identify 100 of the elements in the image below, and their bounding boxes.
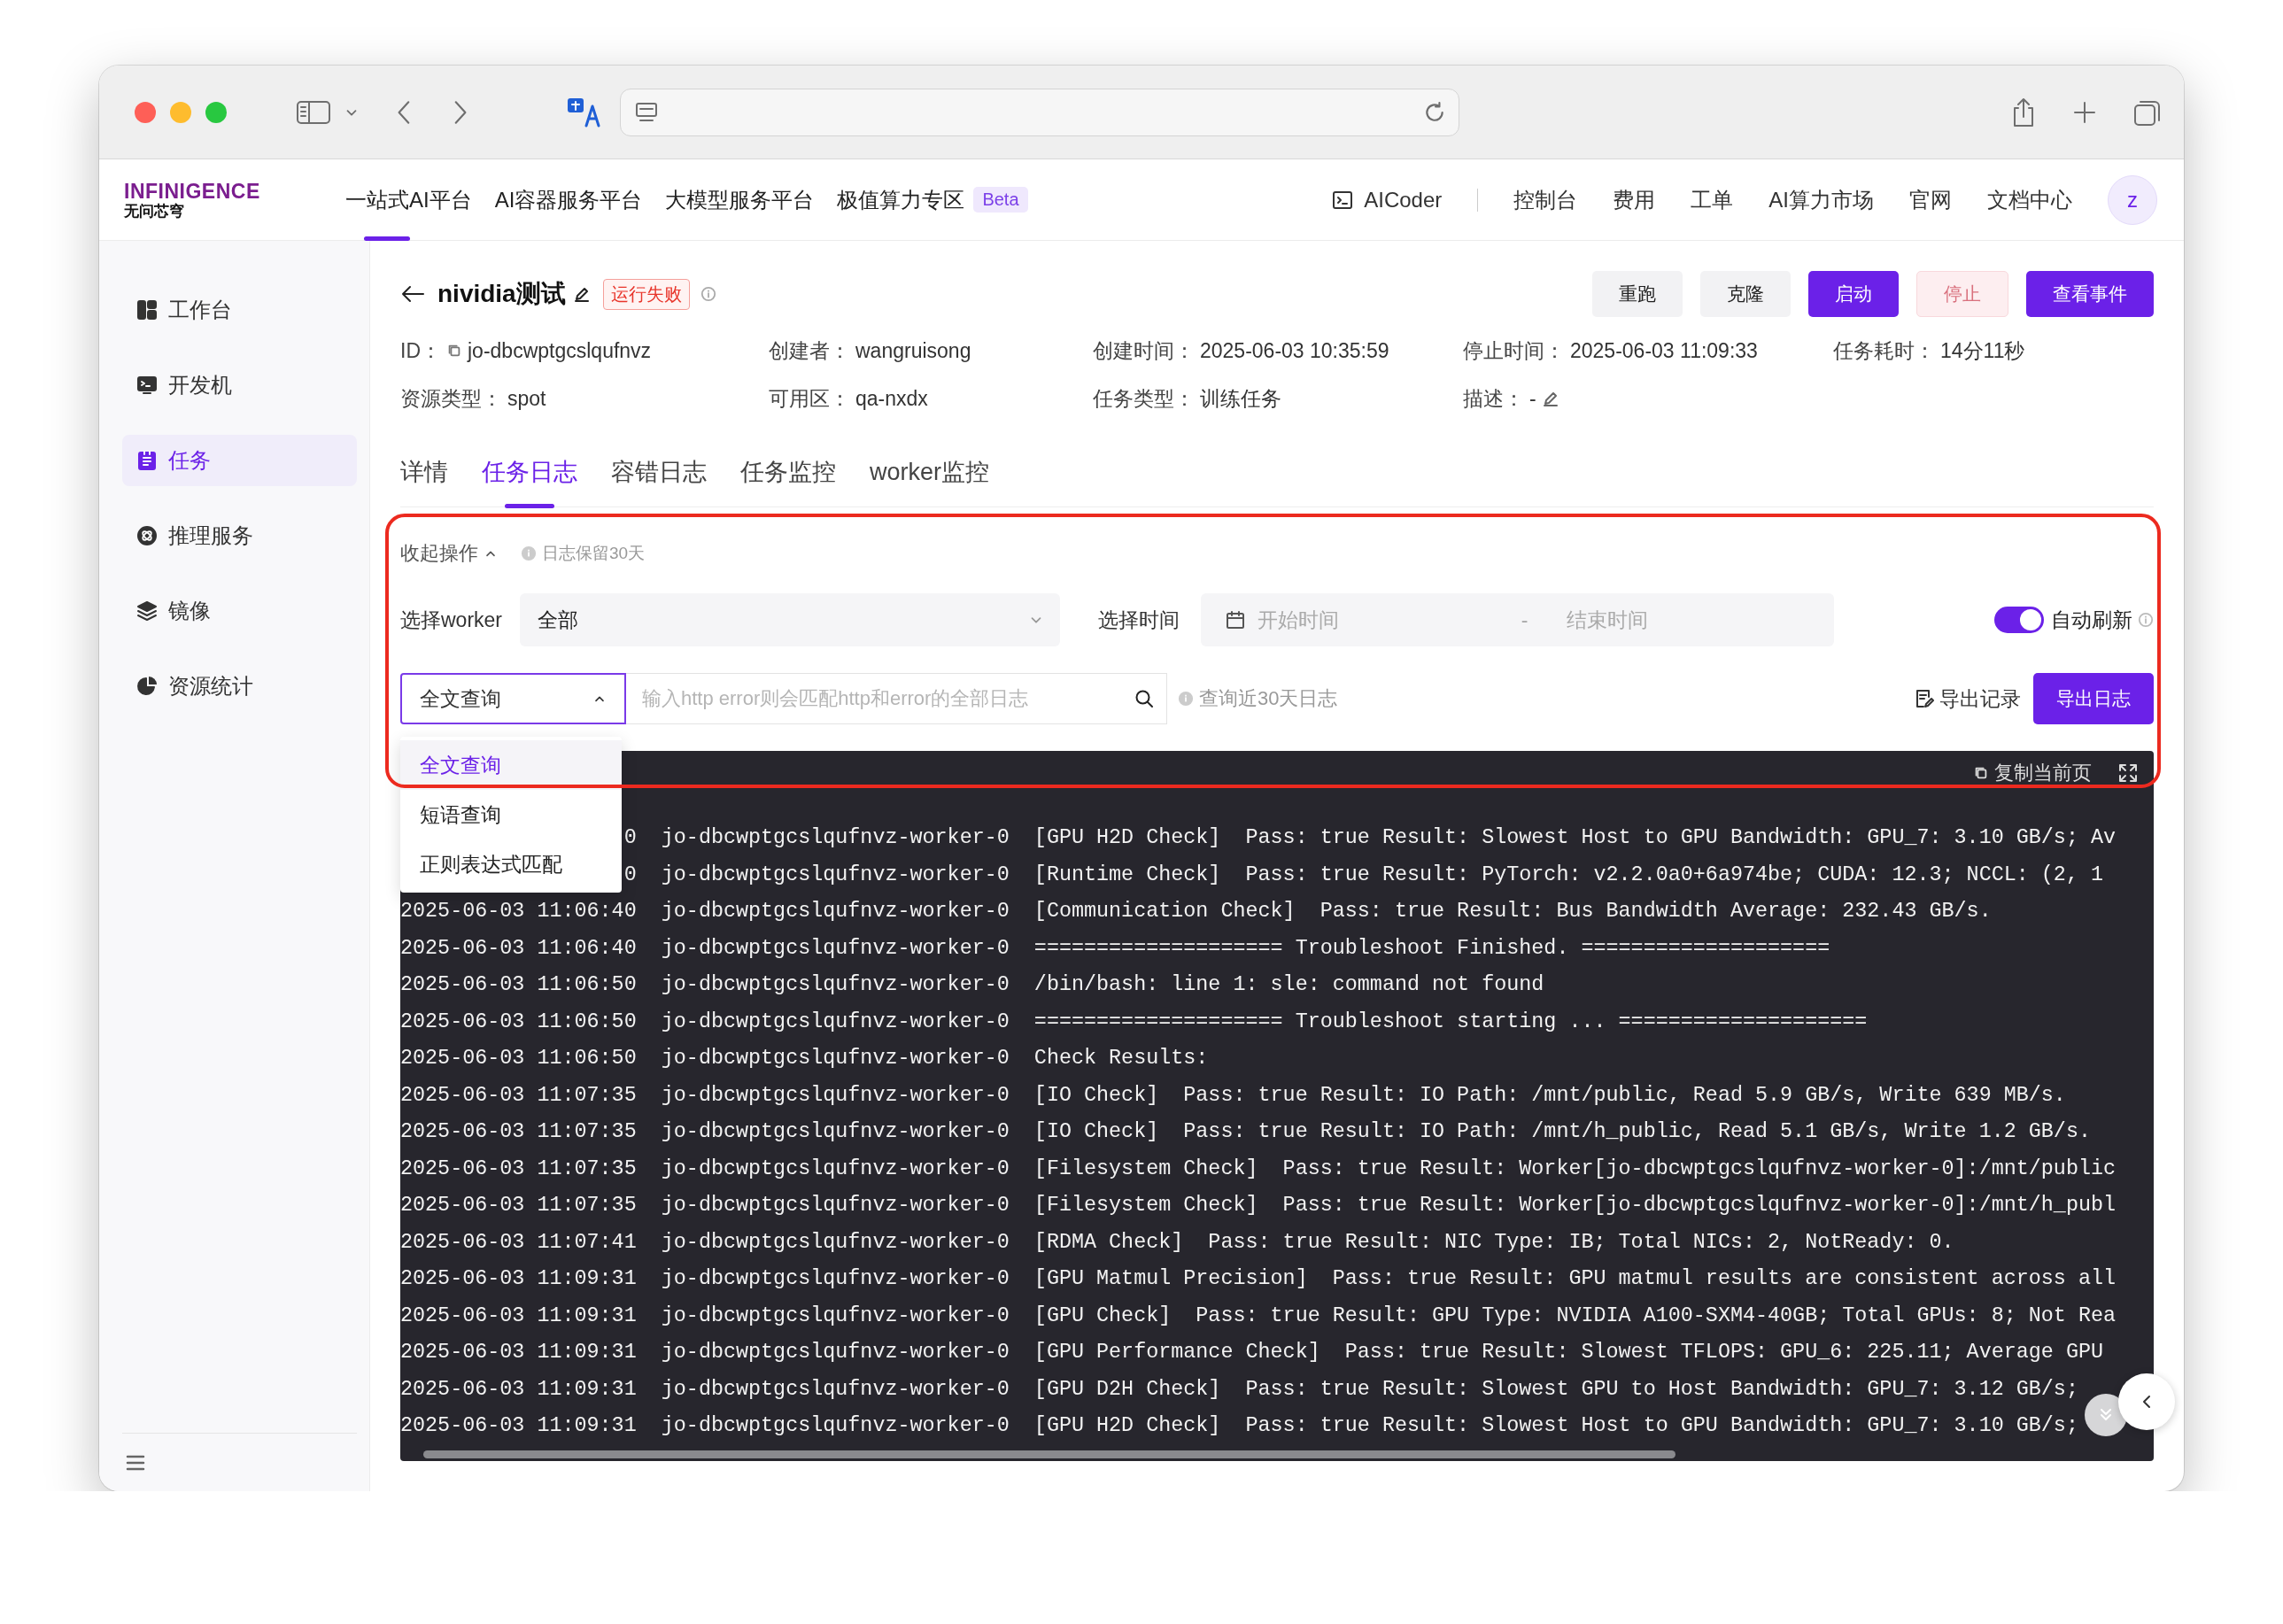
field-value: 训练任务 (1200, 385, 1281, 412)
field-label: 任务耗时： (1833, 337, 1935, 364)
log-line: 2025-06-03 11:07:35 jo-dbcwptgcslqufnvz-worker-0 [IO Check] Pass: true Result: IO Path: /mnt/h_public, Read 5.1 GB/s, Write 1.2 GB/s. (400, 1119, 2091, 1145)
tab[interactable]: 任务日志 (482, 445, 577, 507)
log-line: 2025-06-03 11:09:31 jo-dbcwptgcslqufnvz-worker-0 [GPU Performance Check] Pass: true Result: Slowest TFLOPS: GPU_6: 225.11; Average GPU (400, 1340, 2103, 1365)
log-line: 2025-06-03 11:09:31 jo-dbcwptgcslqufnvz-worker-0 [GPU Matmul Precision] Pass: true Result: GPU matmul results are consistent across all (400, 1266, 2117, 1292)
log-line: 2025-06-03 11:06:50 jo-dbcwptgcslqufnvz-worker-0 ==================== Troubleshoot starting ... ==================== (400, 1009, 1868, 1035)
user-avatar[interactable]: z (2108, 174, 2157, 225)
field-value: spot (507, 386, 546, 411)
task-title: nividia测试 (437, 279, 566, 309)
nav-item[interactable]: AI容器服务平台 (494, 159, 643, 241)
collapse-toggle[interactable]: 收起操作 (400, 540, 498, 567)
nav-item[interactable]: 大模型服务平台 (665, 159, 815, 241)
field-value: qa-nxdx (855, 386, 928, 411)
field-label: 任务类型： (1093, 385, 1195, 412)
nav-link[interactable]: AI算力市场 (1768, 185, 1874, 214)
nav-link[interactable]: 工单 (1691, 185, 1734, 214)
sidebar-item[interactable]: 工作台 (122, 284, 357, 336)
log-line: 0 jo-dbcwptgcslqufnvz-worker-0 [GPU H2D Check] Pass: true Result: Slowest Host to GPU Bandwidth: GPU_7: 3.10 GB/s; Av (623, 825, 2117, 851)
tab[interactable]: 详情 (400, 445, 448, 507)
tab[interactable]: worker监控 (870, 445, 989, 507)
field-label: 可用区： (769, 385, 850, 412)
log-line: 2025-06-03 11:06:40 jo-dbcwptgcslqufnvz-worker-0 [Communication Check] Pass: true Result: Bus Bandwidth Average: 232.43 GB/s. (400, 899, 1992, 924)
log-line: 2025-06-03 11:06:40 jo-dbcwptgcslqufnvz-worker-0 ==================== Troubleshoot Finished. ==================== (400, 935, 1830, 962)
pie-chart-icon (136, 676, 158, 697)
sidebar-item[interactable]: 推理服务 (122, 510, 357, 561)
log-line: 2025-06-03 11:06:50 jo-dbcwptgcslqufnvz-worker-0 Check Results: (400, 1046, 1209, 1071)
auto-refresh-toggle[interactable] (1994, 607, 2044, 633)
page-icon (635, 101, 658, 123)
field-value: wangruisong (855, 338, 971, 363)
action-button[interactable]: 查看事件 (2026, 271, 2154, 317)
calendar-icon (1226, 610, 1245, 630)
nav-link[interactable]: 文档中心 (1987, 185, 2072, 214)
field-label: 选择时间 (1098, 607, 1180, 633)
copy-page-link[interactable]: 复制当前页 (1973, 760, 2092, 786)
document-icon (1915, 688, 1934, 709)
field-value: jo-dbcwptgcslqufnvz (468, 338, 652, 363)
expand-icon[interactable] (2118, 763, 2138, 783)
translate-icon[interactable] (567, 96, 600, 128)
field-label: 资源类型： (400, 385, 502, 412)
search-field[interactable]: 输入http error则会匹配http和error的全部日志 (626, 673, 1167, 724)
tool-link[interactable]: AICoder (1332, 187, 1443, 213)
plus-icon[interactable] (2072, 99, 2097, 125)
info-icon (2138, 612, 2154, 628)
action-button[interactable]: 克隆 (1700, 271, 1791, 317)
close-button[interactable] (135, 101, 156, 123)
terminal-icon (1332, 189, 1354, 210)
nav-link[interactable]: 控制台 (1513, 185, 1578, 214)
field-label: 描述： (1463, 385, 1524, 412)
menu-icon[interactable] (126, 1453, 145, 1472)
query-mode-select[interactable]: 全文查询 (400, 673, 626, 724)
reload-icon[interactable] (1423, 100, 1446, 124)
nav-link[interactable]: 官网 (1909, 185, 1952, 214)
monitor-icon (136, 375, 158, 396)
log-line: 2025-06-03 11:07:35 jo-dbcwptgcslqufnvz-worker-0 [Filesystem Check] Pass: true Result: Worker[jo-dbcwptgcslqufnvz-worker-0]:/mnt/h_publ (400, 1193, 2117, 1218)
search-icon[interactable] (1134, 688, 1155, 709)
tab[interactable]: 容错日志 (611, 445, 707, 507)
log-line: 0 jo-dbcwptgcslqufnvz-worker-0 [Runtime Check] Pass: true Result: PyTorch: v2.2.0a0+6a974be; CUDA: 12.3; NCCL: (2, 1 (623, 862, 2103, 888)
logo-text[interactable]: INFINIGENCE (124, 181, 345, 202)
layers-icon (136, 600, 158, 622)
nav-item[interactable]: 极值算力专区 Beta (837, 159, 1028, 241)
export-button[interactable]: 导出日志 (2033, 673, 2154, 724)
field-label: ID： (400, 337, 441, 364)
query-note: 查询近30天日志 (1199, 686, 1338, 711)
dashboard-icon (136, 299, 158, 321)
export-records-link[interactable]: 导出记录 (1915, 684, 2021, 713)
log-line: 2025-06-03 11:07:35 jo-dbcwptgcslqufnvz-worker-0 [IO Check] Pass: true Result: IO Path: /mnt/public, Read 5.9 GB/s, Write 639 MB/s. (400, 1082, 2066, 1109)
sidebar-item[interactable]: 开发机 (122, 360, 357, 411)
action-button[interactable]: 启动 (1808, 271, 1899, 317)
atom-icon (136, 525, 158, 546)
scrollbar-thumb[interactable] (423, 1450, 1675, 1458)
clipboard-icon (136, 450, 158, 471)
field-value: 2025-06-03 10:35:59 (1200, 338, 1389, 363)
copy-icon[interactable] (1973, 765, 1989, 781)
field-label: 创建者： (769, 337, 850, 364)
log-line: 2025-06-03 11:07:35 jo-dbcwptgcslqufnvz-worker-0 [Filesystem Check] Pass: true Result: Worker[jo-dbcwptgcslqufnvz-worker-0]:/mnt/public (400, 1156, 2117, 1182)
log-line: 2025-06-03 11:09:31 jo-dbcwptgcslqufnvz-worker-0 [GPU Check] Pass: true Result: GPU Type: NVIDIA A100-SXM4-40GB; Total GPUs: 8; Not Rea (400, 1303, 2117, 1329)
log-line: 2025-06-03 11:09:31 jo-dbcwptgcslqufnvz-worker-0 [GPU H2D Check] Pass: true Result: Slowest Host to GPU Bandwidth: GPU_7: 3.10 GB/s; (400, 1413, 2078, 1439)
field-label: 创建时间： (1093, 337, 1195, 364)
field-value: - (1529, 386, 1536, 411)
nav-link[interactable]: 费用 (1613, 185, 1656, 214)
dropdown-option[interactable]: 正则表达式匹配 (400, 839, 622, 889)
nav-item[interactable]: 一站式AI平台 (345, 159, 472, 241)
info-icon (1178, 691, 1194, 707)
edit-icon[interactable] (572, 285, 591, 303)
sidebar-item[interactable]: 镜像 (122, 585, 357, 637)
back-arrow-icon[interactable] (400, 283, 425, 305)
worker-select[interactable]: 全部 (520, 593, 1060, 646)
sidebar-icon[interactable] (296, 98, 331, 126)
action-button[interactable]: 重跑 (1592, 271, 1683, 317)
field-value: 2025-06-03 11:09:33 (1570, 338, 1758, 363)
log-line: 2025-06-03 11:06:50 jo-dbcwptgcslqufnvz-worker-0 /bin/bash: line 1: sle: command not found (400, 972, 1544, 998)
collapse-panel-button[interactable] (2118, 1373, 2175, 1430)
sidebar-item[interactable]: 资源统计 (122, 661, 357, 712)
sidebar-item[interactable]: 任务 (122, 435, 357, 486)
tab[interactable]: 任务监控 (740, 445, 836, 507)
log-line: 2025-06-03 11:07:41 jo-dbcwptgcslqufnvz-worker-0 [RDMA Check] Pass: true Result: NIC Type: IB; Total NICs: 2, NotReady: 0. (400, 1229, 1954, 1256)
dropdown-option[interactable]: 短语查询 (400, 790, 622, 839)
dropdown-option[interactable]: 全文查询 (400, 740, 622, 790)
info-icon (700, 286, 716, 302)
